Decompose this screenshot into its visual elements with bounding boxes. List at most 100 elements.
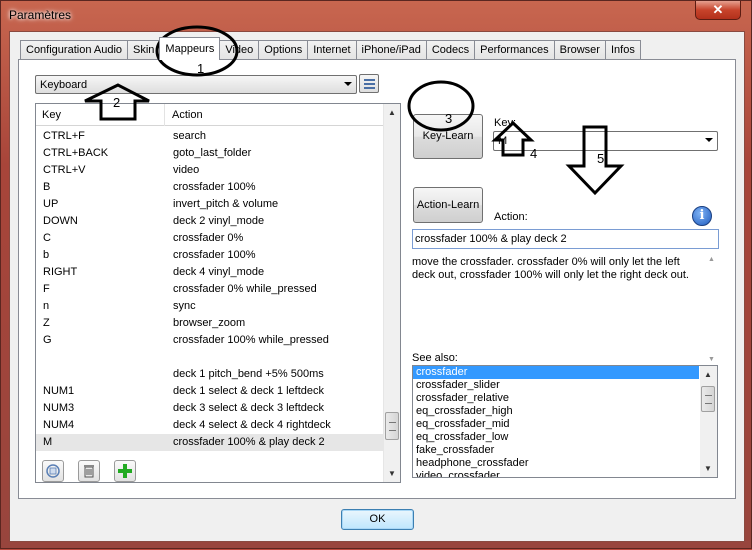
row-key: G — [43, 334, 52, 346]
column-divider[interactable] — [164, 104, 165, 126]
table-row[interactable]: CTRL+V video — [36, 162, 384, 179]
scroll-up-arrow-icon[interactable]: ▲ — [700, 366, 716, 383]
annotation-number-1: 1 — [197, 61, 205, 76]
plus-icon — [118, 464, 132, 478]
key-label: Key: — [494, 117, 517, 129]
table-row[interactable]: b crossfader 100% — [36, 247, 384, 264]
table-row[interactable]: Ccrossfader 0% — [36, 230, 384, 247]
row-action: invert_pitch & volume — [173, 198, 279, 210]
list-item[interactable]: crossfader — [413, 366, 699, 379]
device-dropdown-value: Keyboard — [40, 79, 88, 91]
row-key: F — [43, 283, 50, 295]
tab-skin[interactable]: Skin — [127, 40, 161, 60]
scroll-thumb[interactable] — [701, 386, 715, 412]
row-action: goto_last_folder — [173, 147, 252, 159]
mapping-list[interactable]: Key Action CTRL+F search CTRL+BACK goto_las… — [35, 103, 401, 483]
table-row[interactable]: Mcrossfader 100% & play deck 2 — [36, 434, 384, 451]
see-also-scrollbar[interactable]: ▲ ▼ — [700, 366, 717, 477]
table-row[interactable]: n sync — [36, 298, 384, 315]
list-item[interactable]: fake_crossfader — [413, 444, 717, 457]
scroll-thumb[interactable] — [385, 411, 399, 440]
scroll-down-arrow-icon[interactable]: ▼ — [708, 356, 715, 363]
action-learn-button[interactable]: Action-Learn — [413, 187, 483, 223]
reset-mapping-button[interactable] — [42, 460, 64, 482]
tab-performances[interactable]: Performances — [474, 40, 555, 60]
table-row[interactable]: DOWN deck 2 vinyl_mode — [36, 213, 384, 230]
row-key: n — [43, 300, 50, 312]
mapping-list-scrollbar[interactable]: ▲ ▼ — [383, 104, 400, 482]
row-action: deck 4 select & deck 4 rightdeck — [173, 419, 331, 431]
table-row[interactable]: NUM3 deck 3 select & deck 3 leftdeck — [36, 400, 384, 417]
add-mapping-button[interactable] — [114, 460, 136, 482]
row-key: CTRL+V — [43, 164, 86, 176]
row-key: UP — [43, 198, 59, 210]
title-bar[interactable]: Paramètres ✕ — [1, 1, 752, 29]
table-row[interactable]: UP invert_pitch & volume — [36, 196, 384, 213]
list-item[interactable]: crossfader_slider — [413, 379, 717, 392]
action-input[interactable]: crossfader 100% & play deck 2 — [412, 229, 719, 249]
row-action: deck 3 select & deck 3 leftdeck — [173, 402, 325, 414]
table-row[interactable]: Bcrossfader 100% — [36, 179, 384, 196]
annotation-number-2: 2 — [113, 95, 121, 110]
tab-browser[interactable]: Browser — [553, 40, 606, 60]
chevron-down-icon — [344, 82, 352, 86]
list-item[interactable]: crossfader_relative — [413, 392, 717, 405]
list-item[interactable]: eq_crossfader_mid — [413, 418, 717, 431]
row-key: NUM1 — [43, 385, 75, 397]
see-also-list[interactable]: crossfader crossfader_slider crossfader_re… — [412, 365, 718, 478]
column-header-action[interactable]: Action — [172, 109, 203, 121]
row-key: RIGHT — [43, 266, 78, 278]
table-row[interactable]: RIGHT deck 4 vinyl_mode — [36, 264, 384, 281]
ok-button[interactable]: OK — [341, 509, 414, 530]
refresh-icon — [46, 464, 60, 478]
tab-iphone-ipad[interactable]: iPhone/iPad — [355, 40, 427, 60]
table-row[interactable]: CTRL+F search — [36, 128, 384, 145]
device-dropdown[interactable]: Keyboard — [35, 75, 357, 94]
tab-video[interactable]: Video — [219, 40, 260, 60]
table-row[interactable]: CTRL+BACK goto_last_folder — [36, 145, 384, 162]
tab-internet[interactable]: Internet — [307, 40, 357, 60]
row-action: crossfader 100% while_pressed — [173, 334, 329, 346]
see-also-items: crossfader crossfader_slider crossfader_re… — [413, 366, 717, 477]
tab-codecs[interactable]: Codecs — [425, 40, 476, 60]
scroll-up-arrow-icon[interactable]: ▲ — [384, 104, 400, 121]
table-row[interactable]: deck 1 pitch_bend +5% 500ms — [36, 366, 384, 383]
row-key: M — [43, 436, 53, 448]
list-item[interactable]: eq_crossfader_low — [413, 431, 717, 444]
action-label: Action: — [494, 211, 528, 223]
list-item[interactable]: headphone_crossfader — [413, 457, 717, 470]
tab-infos[interactable]: Infos — [604, 40, 641, 60]
settings-window: Paramètres ✕ Configuration Audio Skin Mapp… — [0, 0, 752, 549]
description-scrollbar[interactable]: ▲ ▼ — [705, 256, 719, 370]
annotation-number-4: 4 — [530, 146, 538, 161]
row-key: b — [43, 249, 50, 261]
key-dropdown-value: M — [498, 135, 508, 147]
tab-mappeurs[interactable]: Mappeurs — [159, 37, 221, 60]
table-row[interactable]: Zbrowser_zoom — [36, 315, 384, 332]
close-button[interactable]: ✕ — [695, 1, 741, 20]
info-icon[interactable]: i — [692, 206, 712, 226]
delete-mapping-button[interactable] — [78, 460, 100, 482]
scroll-down-arrow-icon[interactable]: ▼ — [700, 460, 716, 477]
table-row[interactable]: NUM4 deck 4 select & deck 4 rightdeck — [36, 417, 384, 434]
table-row[interactable]: Gcrossfader 100% while_pressed — [36, 332, 384, 349]
row-action: video — [173, 164, 200, 176]
row-key: Z — [43, 317, 50, 329]
trash-icon — [84, 465, 94, 478]
scroll-down-arrow-icon[interactable]: ▼ — [384, 465, 400, 482]
window-title: Paramètres — [9, 8, 72, 22]
mapper-options-button[interactable] — [359, 74, 379, 93]
scroll-up-arrow-icon[interactable]: ▲ — [708, 256, 715, 263]
row-key: NUM4 — [43, 419, 75, 431]
key-dropdown[interactable]: M — [493, 131, 718, 151]
tab-configuration-audio[interactable]: Configuration Audio — [20, 40, 129, 60]
table-row[interactable] — [36, 349, 384, 366]
row-action: crossfader 0% — [173, 232, 244, 244]
table-row[interactable]: NUM1 deck 1 select & deck 1 leftdeck — [36, 383, 384, 400]
table-row[interactable]: Fcrossfader 0% while_pressed — [36, 281, 384, 298]
row-action: deck 1 pitch_bend +5% 500ms — [173, 368, 324, 380]
column-header-key[interactable]: Key — [42, 109, 61, 121]
list-item[interactable]: video_crossfader — [413, 470, 717, 477]
list-item[interactable]: eq_crossfader_high — [413, 405, 717, 418]
tab-options[interactable]: Options — [258, 40, 309, 60]
